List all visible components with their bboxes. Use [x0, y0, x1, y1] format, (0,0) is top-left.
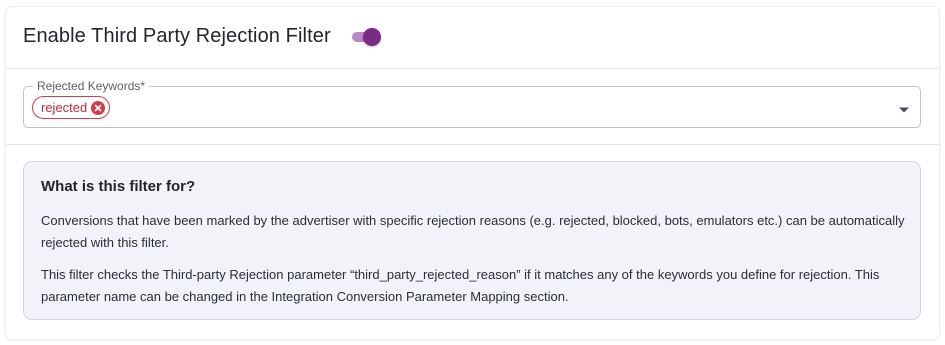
filter-card: Enable Third Party Rejection Filter Reje… [6, 7, 939, 339]
toggle-thumb [363, 28, 381, 46]
keywords-section: Rejected Keywords* rejected [6, 69, 939, 145]
info-paragraph-2: This filter checks the Third-party Rejec… [41, 267, 880, 304]
filter-title: Enable Third Party Rejection Filter [23, 25, 331, 47]
info-title: What is this filter for? [41, 178, 196, 195]
rejected-keywords-label: Rejected Keywords* [33, 79, 150, 93]
close-circle-icon[interactable] [91, 100, 106, 115]
info-paragraph-1: Conversions that have been marked by the… [41, 213, 905, 250]
rejected-keywords-input[interactable]: Rejected Keywords* rejected [23, 79, 921, 128]
caret-down-icon[interactable] [897, 102, 911, 113]
filter-header: Enable Third Party Rejection Filter [6, 7, 939, 69]
info-panel: What is this filter for? Conversions tha… [23, 161, 921, 320]
keyword-chip: rejected [32, 96, 111, 119]
enable-filter-toggle[interactable] [350, 28, 382, 46]
keyword-chip-label: rejected [41, 100, 88, 115]
